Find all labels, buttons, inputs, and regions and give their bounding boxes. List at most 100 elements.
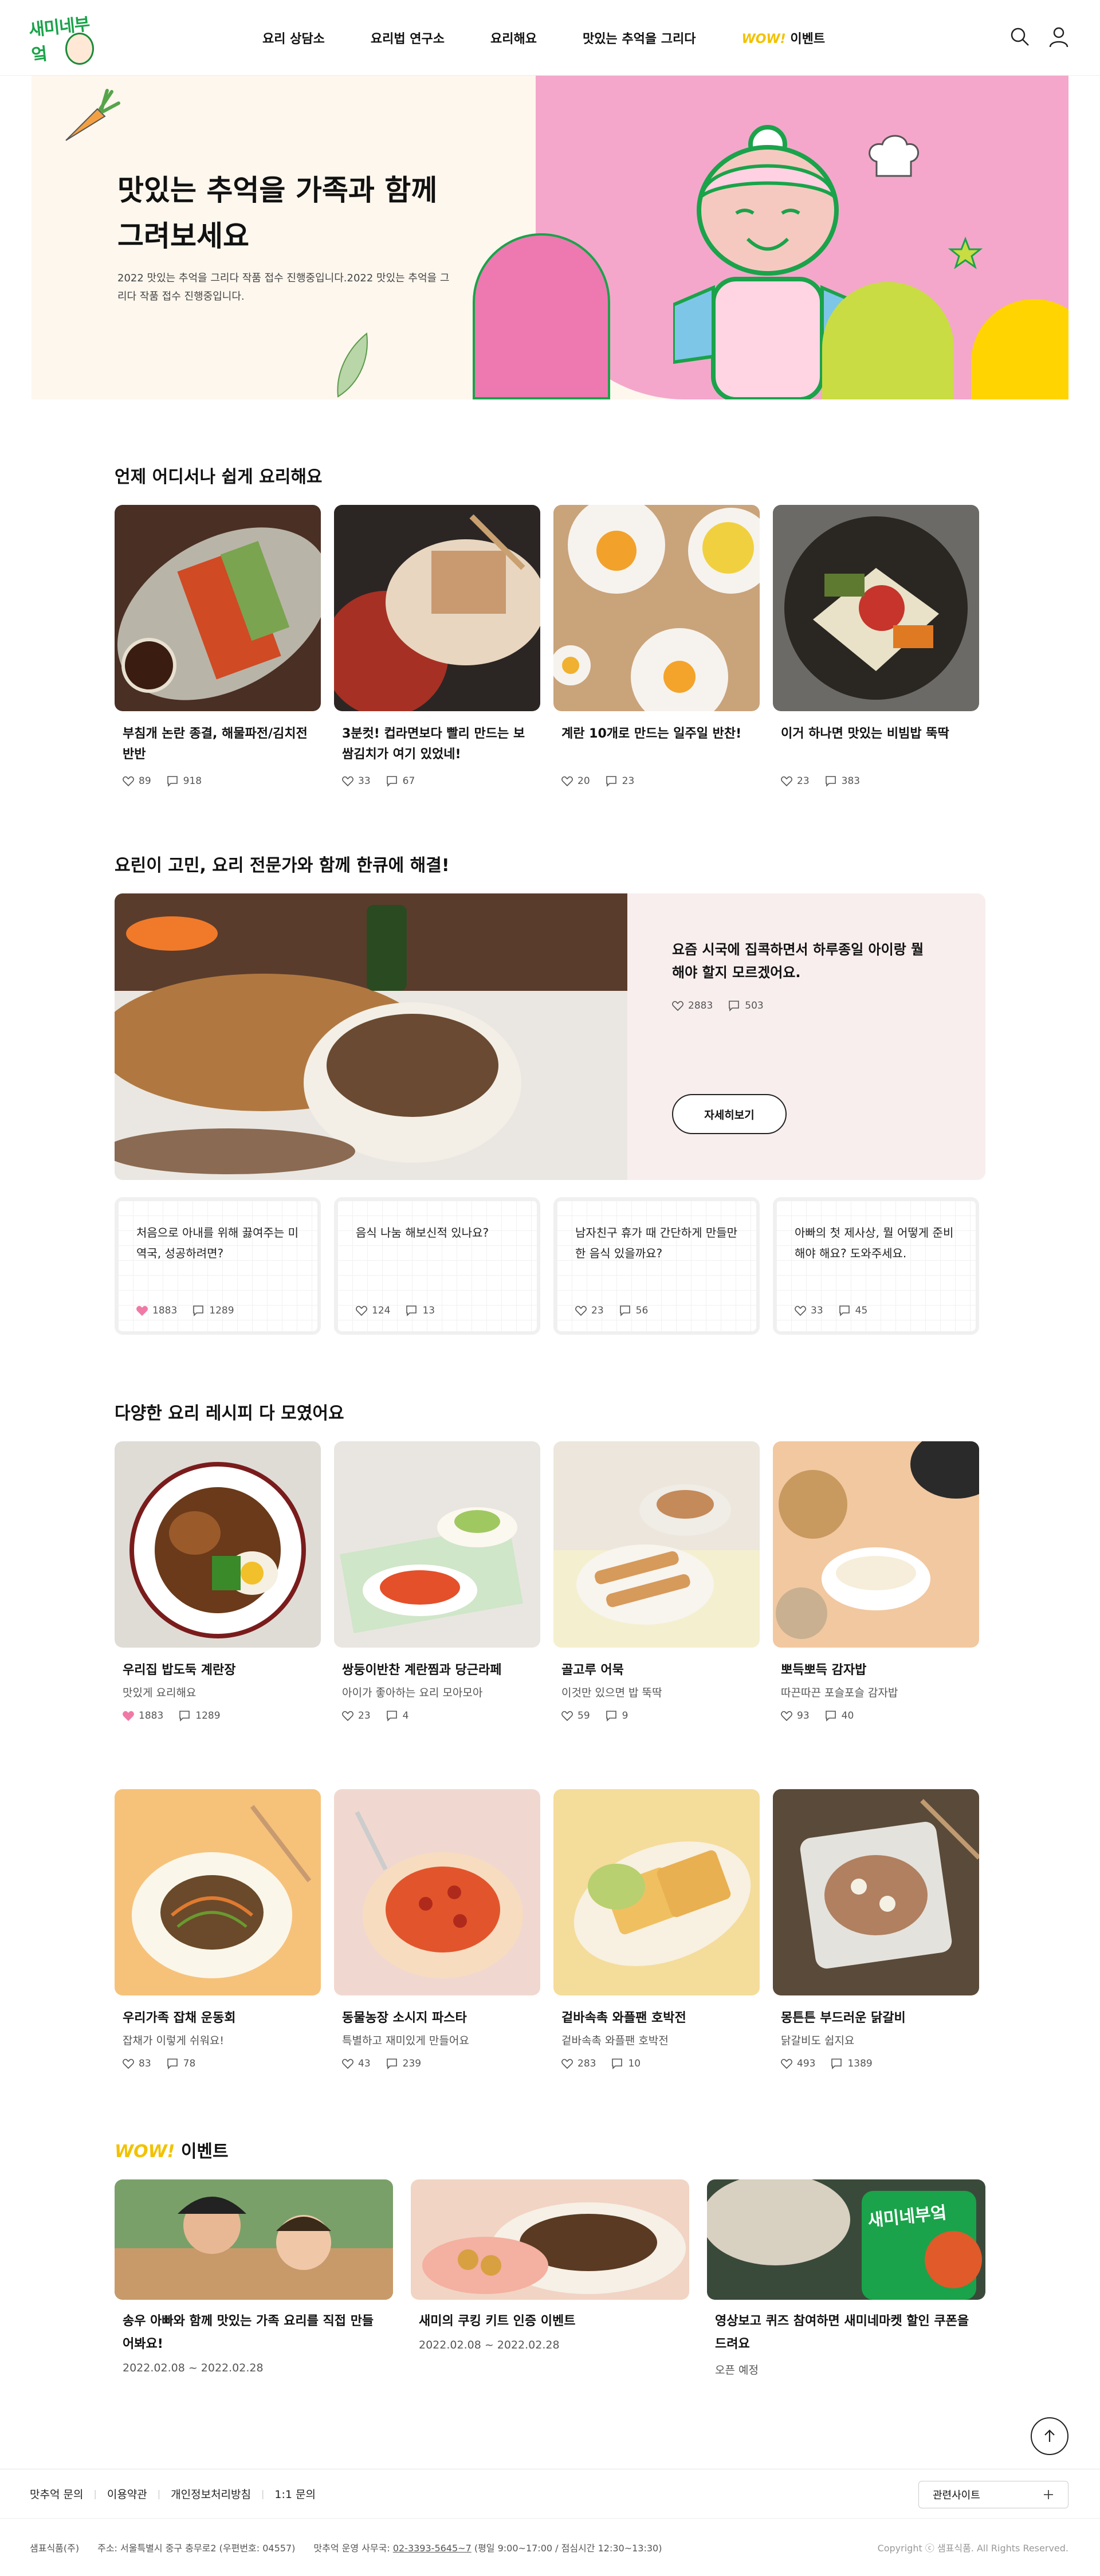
question-stats: 23 56	[575, 1305, 648, 1316]
heart-icon[interactable]	[781, 776, 792, 786]
comment-icon[interactable]	[166, 2058, 179, 2069]
comment-icon[interactable]	[838, 1305, 851, 1316]
footer-link-privacy[interactable]: 개인정보처리방침	[171, 2486, 251, 2501]
card-subtitle: 이것만 있으면 밥 뚝딱	[561, 1687, 662, 1699]
heart-icon[interactable]	[342, 1711, 353, 1721]
question-card[interactable]: 음식 나눔 해보신적 있나요? 124 13	[334, 1197, 540, 1335]
recipe-image-bibimbap	[773, 505, 979, 711]
comment-icon[interactable]	[178, 1710, 191, 1722]
footer-link-inquiry[interactable]: 맛추억 문의	[30, 2486, 83, 2501]
recipe-card[interactable]: 우리집 밥도둑 계란장 맛있게 요리해요 1883 1289	[115, 1441, 321, 1722]
heart-icon[interactable]	[342, 2059, 353, 2069]
comment-count: 40	[841, 1710, 854, 1722]
question-card[interactable]: 남자친구 휴가 때 간단하게 만들만 한 음식 있을까요? 23 56	[553, 1197, 760, 1335]
related-sites-select[interactable]: 관련사이트	[918, 2481, 1068, 2508]
wow-logo: WOW!	[741, 32, 786, 46]
footer-link-one-on-one[interactable]: 1:1 문의	[274, 2486, 316, 2501]
comment-count: 56	[635, 1305, 649, 1316]
scroll-to-top-button[interactable]	[1031, 2417, 1068, 2455]
comment-icon[interactable]	[619, 1305, 631, 1316]
comment-icon[interactable]	[166, 775, 179, 787]
recipe-image-pancake	[115, 505, 321, 711]
heart-icon[interactable]	[356, 1305, 367, 1316]
nav-item-lab[interactable]: 요리법 연구소	[371, 29, 445, 47]
comment-count: 10	[628, 2058, 641, 2069]
leaf-icon	[337, 332, 368, 398]
heart-icon[interactable]	[781, 1711, 792, 1721]
recipe-card[interactable]: 뽀득뽀득 감자밥 따끈따끈 포슬포슬 감자밥 93 40	[773, 1441, 979, 1722]
comment-icon[interactable]	[605, 1710, 618, 1722]
recipe-image-carrot	[334, 1441, 540, 1648]
nav-item-consult[interactable]: 요리 상담소	[262, 29, 325, 47]
comment-icon[interactable]	[824, 1710, 837, 1722]
heart-icon[interactable]	[123, 2059, 134, 2069]
card-stats: 23 383	[781, 775, 971, 787]
heart-filled-icon[interactable]	[123, 1711, 134, 1721]
question-card[interactable]: 처음으로 아내를 위해 끓여주는 미역국, 성공하려면? 1883 1289	[115, 1197, 321, 1335]
comment-icon[interactable]	[192, 1305, 205, 1316]
site-logo[interactable]: 새미네부엌	[28, 6, 103, 69]
office-hours: (평일 9:00~17:00 / 점심시간 12:30~13:30)	[474, 2543, 662, 2554]
more-button[interactable]: 자세히보기	[672, 1094, 787, 1134]
like-count: 1883	[152, 1305, 178, 1316]
events-title: 이벤트	[180, 2142, 229, 2162]
comment-icon[interactable]	[386, 775, 398, 787]
like-count: 124	[372, 1305, 391, 1316]
recipe-card[interactable]: 부침개 논란 종결, 해물파전/김치전 반반 89 918	[115, 505, 321, 787]
recipe-card[interactable]: 동물농장 소시지 파스타 특별하고 재미있게 만들어요 43 239	[334, 1789, 540, 2069]
card-subtitle: 맛있게 요리해요	[123, 1687, 197, 1699]
event-list: 송우 아빠와 함께 맛있는 가족 요리를 직접 만들어봐요! 2022.02.0…	[115, 2179, 985, 2377]
section-title: 요린이 고민, 요리 전문가와 함께 한큐에 해결!	[115, 856, 450, 876]
event-title: 송우 아빠와 함께 맛있는 가족 요리를 직접 만들어봐요!	[123, 2314, 374, 2351]
nav-item-cook[interactable]: 요리해요	[490, 29, 537, 47]
heart-icon[interactable]	[561, 2059, 573, 2069]
heart-icon[interactable]	[795, 1305, 806, 1316]
heart-icon[interactable]	[123, 776, 134, 786]
event-card[interactable]: 송우 아빠와 함께 맛있는 가족 요리를 직접 만들어봐요! 2022.02.0…	[115, 2179, 393, 2377]
question-text: 처음으로 아내를 위해 끓여주는 미역국, 성공하려면?	[136, 1226, 299, 1260]
recipe-image-fishcake	[553, 1441, 760, 1648]
question-card[interactable]: 아빠의 첫 제사상, 뭘 어떻게 준비해야 해요? 도와주세요. 33 45	[773, 1197, 979, 1335]
comment-icon[interactable]	[728, 1000, 740, 1011]
comment-icon[interactable]	[386, 1710, 398, 1722]
nav-item-event[interactable]: WOW! 이벤트	[741, 29, 825, 47]
hero-banner[interactable]: 맛있는 추억을 가족과 함께 그려보세요 2022 맛있는 추억을 그리다 작품…	[32, 76, 1068, 399]
footer-link-terms[interactable]: 이용약관	[107, 2486, 147, 2501]
comment-count: 67	[402, 775, 415, 787]
featured-question[interactable]: 요즘 시국에 집콕하면서 하루종일 아이랑 뭘 해야 할지 모르겠어요. 288…	[115, 893, 985, 1180]
search-icon[interactable]	[1008, 25, 1031, 48]
event-card[interactable]: 새미의 쿠킹 키트 인증 이벤트 2022.02.08 ~ 2022.02.28	[411, 2179, 689, 2377]
comment-icon[interactable]	[830, 2058, 843, 2069]
recipe-card[interactable]: 골고루 어묵 이것만 있으면 밥 뚝딱 59 9	[553, 1441, 760, 1722]
recipe-card[interactable]: 계란 10개로 만드는 일주일 반찬! 20 23	[553, 505, 760, 787]
comment-icon[interactable]	[824, 775, 837, 787]
office-tel[interactable]: 02-3393-5645~7	[393, 2543, 472, 2554]
heart-icon[interactable]	[781, 2059, 792, 2069]
comment-count: 1389	[847, 2058, 873, 2069]
recipe-card[interactable]: 우리가족 잡채 운동회 잡채가 이렇게 쉬워요! 83 78	[115, 1789, 321, 2069]
office-info: 맛추억 운영 사무국: 02-3393-5645~7 (평일 9:00~17:0…	[313, 2540, 662, 2554]
recipe-card[interactable]: 쌍둥이반찬 계란찜과 당근라페 아이가 좋아하는 요리 모아모아 23 4	[334, 1441, 540, 1722]
heart-icon[interactable]	[575, 1305, 587, 1316]
event-date: 오픈 예정	[715, 2364, 759, 2377]
recipe-card[interactable]: 몽튼튼 부드러운 닭갈비 닭갈비도 쉽지요 493 1389	[773, 1789, 979, 2069]
nav-item-memory[interactable]: 맛있는 추억을 그리다	[583, 29, 696, 47]
heart-icon[interactable]	[342, 776, 353, 786]
heart-icon[interactable]	[561, 776, 573, 786]
card-title: 골고루 어묵	[561, 1663, 624, 1677]
comment-icon[interactable]	[605, 775, 618, 787]
recipe-card[interactable]: 겉바속촉 와플팬 호박전 겉바속촉 와플팬 호박전 283 10	[553, 1789, 760, 2069]
comment-icon[interactable]	[386, 2058, 398, 2069]
recipe-card[interactable]: 이거 하나면 맛있는 비빔밥 뚝딱 23 383	[773, 505, 979, 787]
recipe-card[interactable]: 3분컷! 컵라면보다 빨리 만드는 보쌈김치가 여기 있었네! 33 67	[334, 505, 540, 787]
user-icon[interactable]	[1047, 25, 1070, 48]
event-title: 새미의 쿠킹 키트 인증 이벤트	[419, 2314, 576, 2328]
heart-icon[interactable]	[672, 1001, 683, 1011]
comment-icon[interactable]	[405, 1305, 418, 1316]
heart-icon[interactable]	[561, 1711, 573, 1721]
question-stats: 33 45	[795, 1305, 867, 1316]
comment-icon[interactable]	[611, 2058, 623, 2069]
star-icon	[948, 236, 983, 269]
heart-filled-icon[interactable]	[136, 1305, 148, 1316]
event-card[interactable]: 새미네부엌 영상보고 퀴즈 참여하면 새미네마켓 할인 쿠폰을 드려요 오픈 예…	[707, 2179, 985, 2377]
